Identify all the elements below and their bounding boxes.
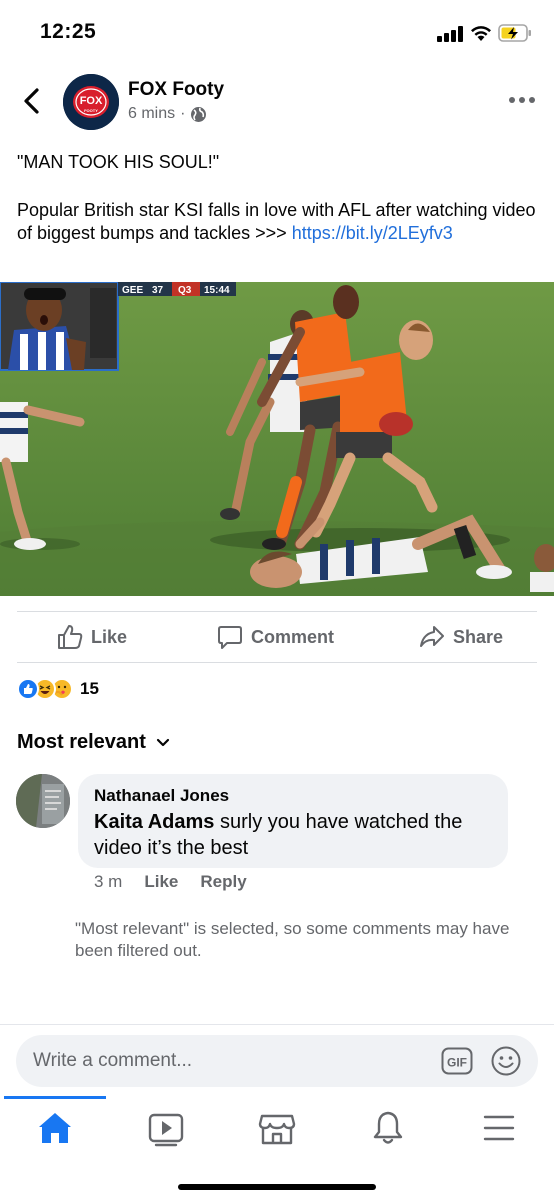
- video-player[interactable]: GEE 37 Q3 15:44: [0, 282, 554, 596]
- menu-icon[interactable]: [479, 1108, 519, 1148]
- comment-composer: GIF: [0, 1024, 554, 1096]
- post-age: 6 mins: [128, 105, 176, 122]
- comment-bubble-icon: [218, 626, 242, 649]
- post-action-bar: Like Comment Share: [17, 611, 537, 663]
- gif-label: GIF: [447, 1056, 467, 1070]
- comment-mention[interactable]: Kaita Adams: [94, 811, 214, 833]
- back-arrow-icon[interactable]: [20, 86, 44, 116]
- score-clock: 15:44: [204, 285, 230, 296]
- comment-age: 3 m: [94, 872, 123, 891]
- comment-label: Comment: [251, 626, 335, 647]
- score-bug: GEE 37 Q3 15:44: [118, 282, 236, 296]
- watch-icon[interactable]: [146, 1108, 186, 1148]
- chevron-down-icon: [156, 738, 170, 746]
- post-body-text: Popular British star KSI falls in love w…: [17, 200, 536, 243]
- comment-actions: 3 m Like Reply: [94, 872, 247, 892]
- logo-text: FOX: [80, 95, 103, 107]
- comment-like-button[interactable]: Like: [144, 872, 178, 892]
- score-value: 37: [152, 285, 164, 296]
- post-meta: 6 mins ·: [128, 105, 207, 123]
- post-link[interactable]: https://bit.ly/2LEyfv3: [292, 223, 453, 243]
- comment-reply-button[interactable]: Reply: [200, 872, 246, 892]
- post-body: Popular British star KSI falls in love w…: [17, 199, 537, 245]
- share-button[interactable]: Share: [419, 624, 503, 650]
- share-arrow-icon: [420, 626, 444, 647]
- post-header: FOX FOOTY FOX Footy 6 mins ·: [0, 66, 554, 136]
- gif-icon[interactable]: GIF: [441, 1047, 473, 1075]
- emoji-icon[interactable]: [490, 1045, 522, 1077]
- meta-separator: ·: [180, 105, 186, 122]
- fox-footy-logo: FOX FOOTY: [63, 74, 119, 130]
- thumbs-up-icon: [58, 625, 83, 649]
- page-avatar[interactable]: FOX FOOTY: [63, 74, 119, 130]
- score-team: GEE: [122, 285, 143, 296]
- battery-icon: [498, 24, 531, 42]
- comment-text: Kaita Adams surly you have watched the v…: [94, 809, 499, 861]
- notifications-icon[interactable]: [368, 1108, 408, 1148]
- more-options-icon[interactable]: [509, 97, 535, 105]
- status-time: 12:25: [40, 20, 97, 43]
- marketplace-icon[interactable]: [257, 1108, 297, 1148]
- bottom-tab-bar: [0, 1096, 554, 1200]
- score-quarter: Q3: [178, 285, 192, 296]
- cellular-signal-icon: [437, 26, 463, 42]
- video-frame: GEE 37 Q3 15:44: [0, 282, 554, 596]
- filter-note: "Most relevant" is selected, so some com…: [75, 919, 510, 960]
- comment-button[interactable]: Comment: [217, 624, 334, 650]
- post-headline: "MAN TOOK HIS SOUL!": [17, 152, 220, 172]
- globe-icon: [191, 106, 207, 122]
- active-tab-indicator: [4, 1096, 106, 1099]
- logo-subtext: FOOTY: [84, 108, 98, 113]
- commenter-name[interactable]: Nathanael Jones: [94, 786, 229, 806]
- reaction-inset: [0, 282, 119, 371]
- like-label: Like: [91, 626, 128, 647]
- reaction-count: 15: [80, 679, 99, 698]
- home-icon[interactable]: [35, 1108, 75, 1148]
- share-label: Share: [453, 626, 504, 647]
- like-icon: [17, 678, 39, 700]
- reactions-summary[interactable]: 15: [17, 678, 99, 700]
- status-bar: 12:25: [0, 0, 554, 64]
- sort-label: Most relevant: [17, 731, 146, 753]
- page-name[interactable]: FOX Footy: [128, 79, 224, 101]
- home-indicator: [178, 1184, 376, 1190]
- comment-sort-selector[interactable]: Most relevant: [17, 731, 170, 754]
- like-button[interactable]: Like: [57, 624, 127, 650]
- commenter-avatar[interactable]: [16, 774, 70, 828]
- wifi-icon: [471, 26, 491, 41]
- comment-bubble[interactable]: Nathanael Jones Kaita Adams surly you ha…: [78, 774, 508, 868]
